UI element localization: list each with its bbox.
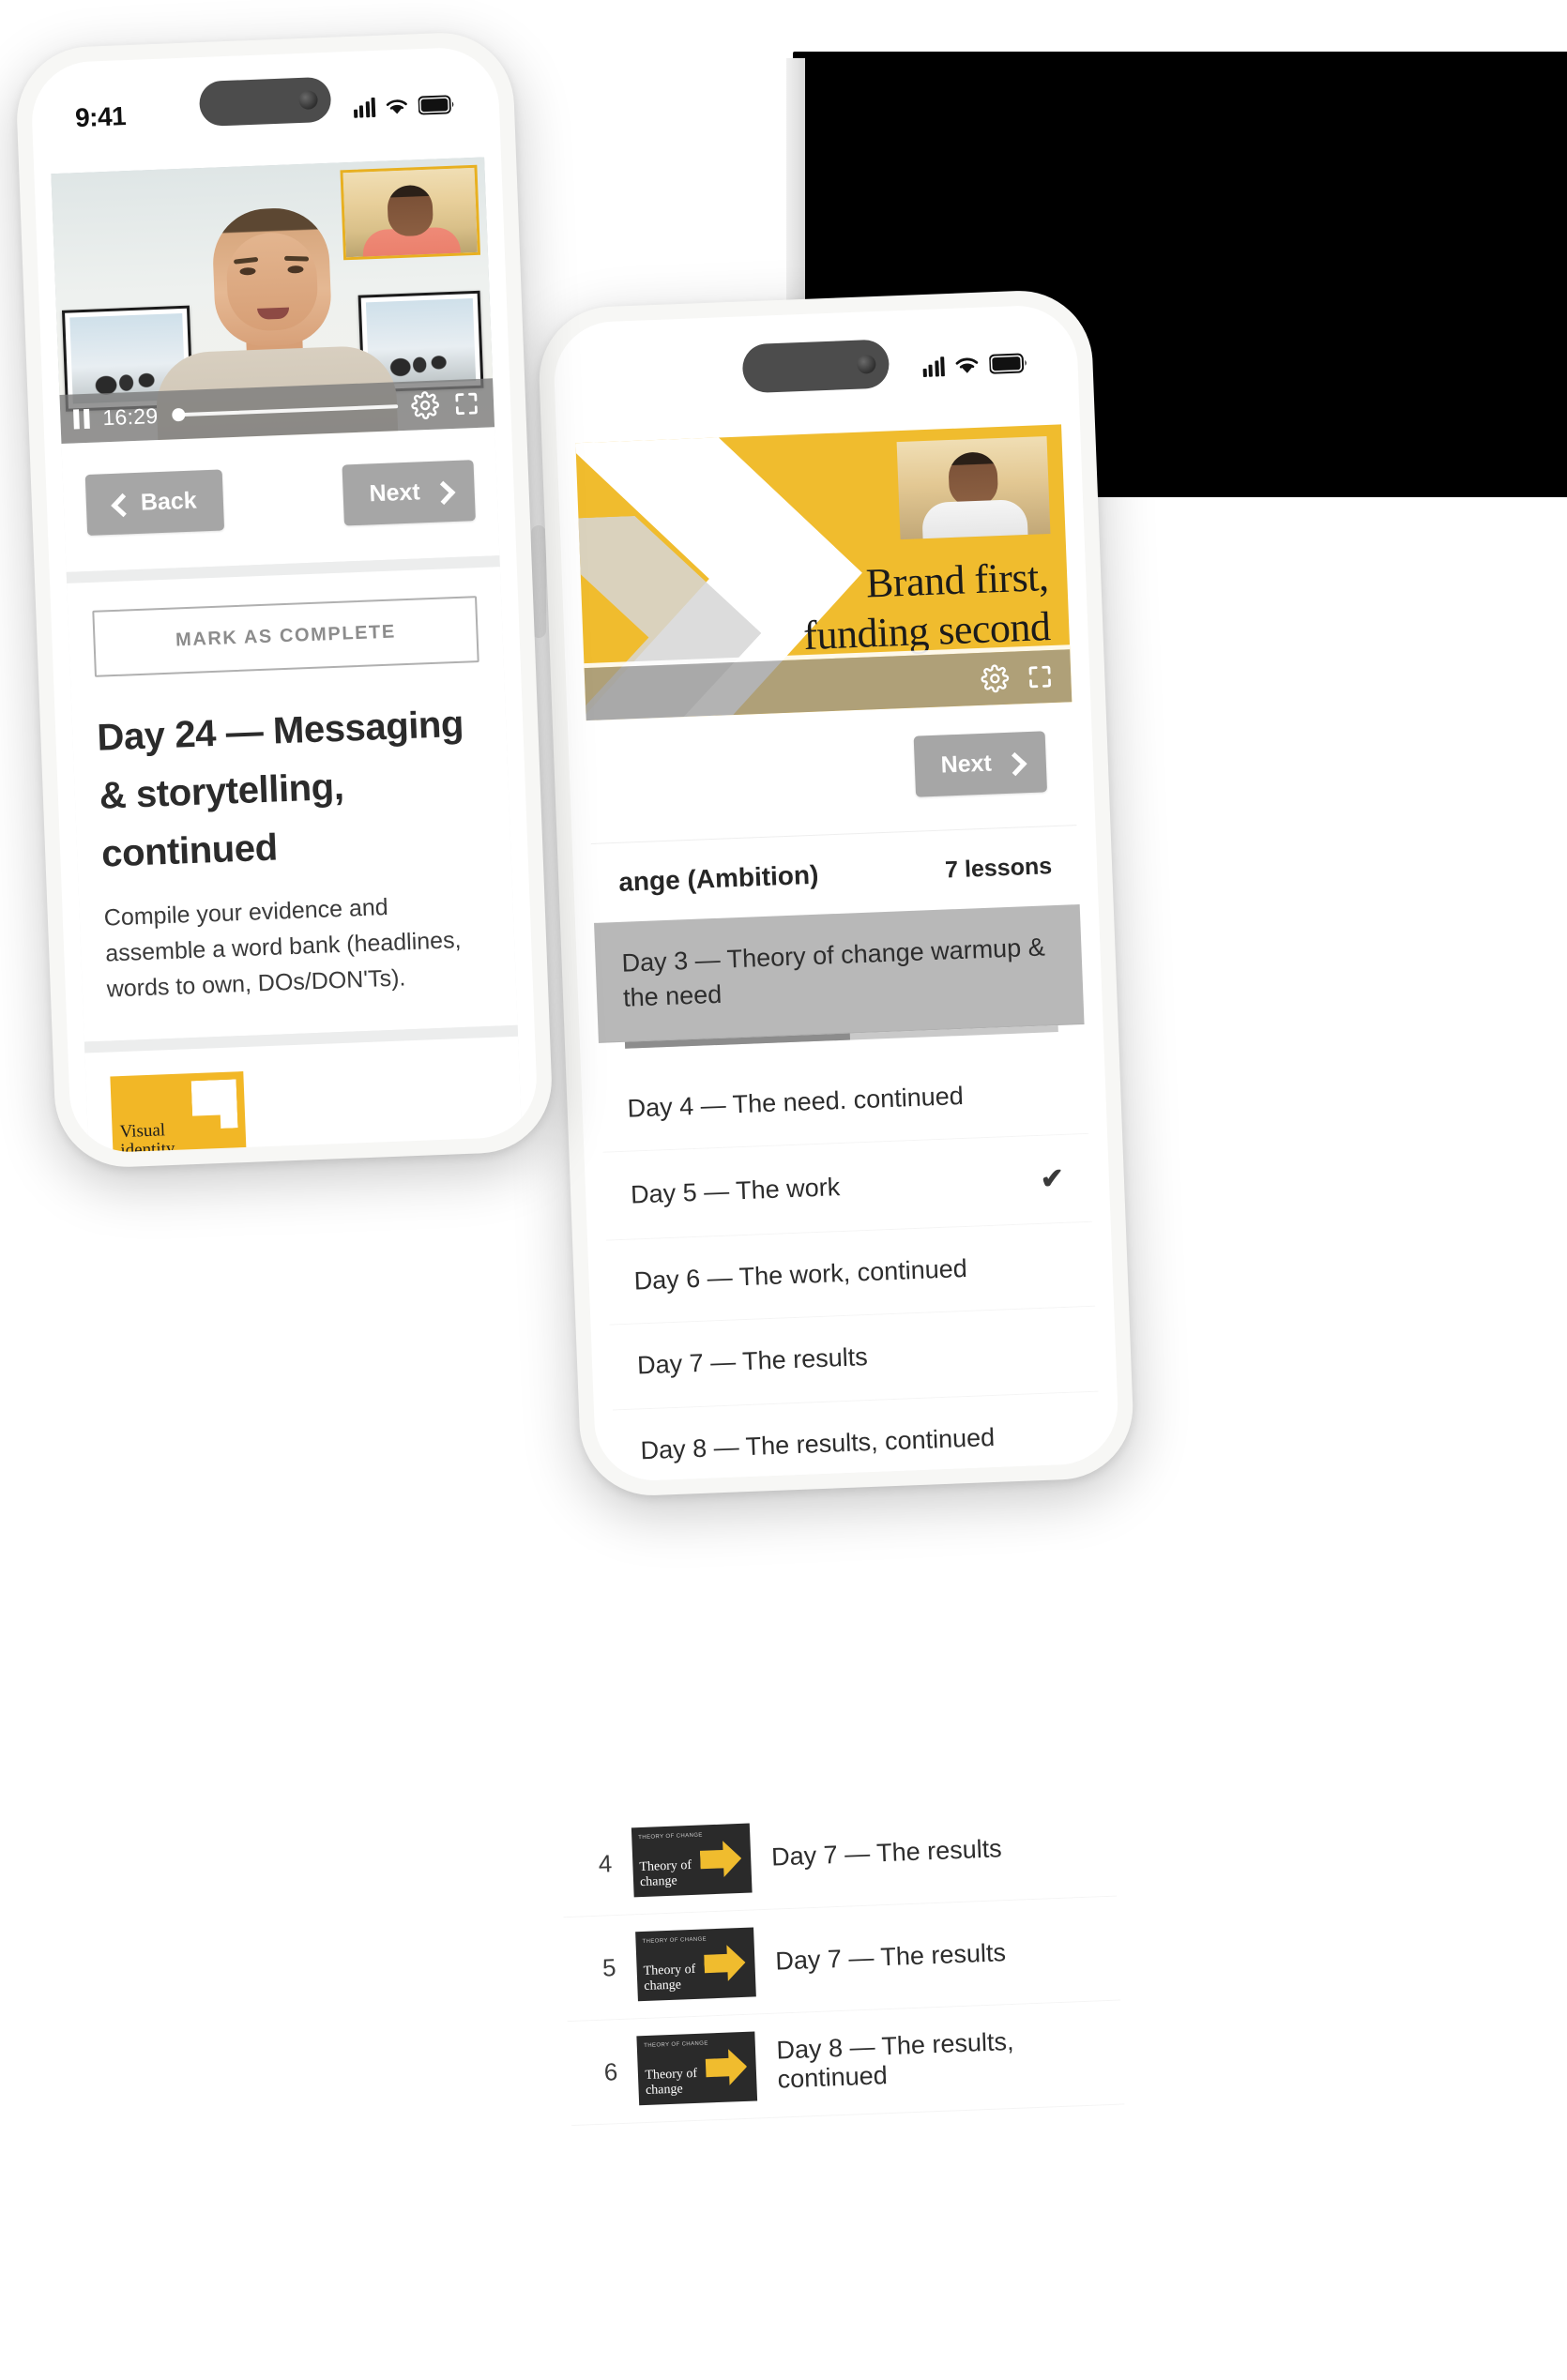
thumb-kicker: THEORY OF CHANGE <box>638 1832 703 1842</box>
video-timestamp: 16:29 <box>101 402 159 430</box>
battery-icon <box>989 353 1029 375</box>
status-icons-1 <box>353 94 456 118</box>
front-camera-lens-2 <box>857 354 876 374</box>
lesson-description: Compile your evidence and assemble a wor… <box>103 894 462 1003</box>
checkmark-icon: ✔ <box>1040 1162 1065 1195</box>
next-button-label-2: Next <box>940 750 993 779</box>
battery-icon <box>418 94 456 115</box>
scrubber-knob[interactable] <box>172 407 186 422</box>
phone-device-secondary: Brand first, funding second Next ange (A… <box>536 288 1136 1498</box>
gear-icon[interactable] <box>981 664 1010 693</box>
lesson-label: Day 3 — Theory of change warmup & the ne… <box>621 932 1046 1013</box>
list-item[interactable]: 6 THEORY OF CHANGE Theory of change Day 8… <box>567 2000 1125 2127</box>
lesson-label: Day 5 — The work <box>630 1172 841 1209</box>
chevron-right-icon <box>1006 752 1020 774</box>
phone1-content: 16:29 Back Next MARK AS COMPLETE Day 24 … <box>51 157 530 1155</box>
lesson-nav-card: Back Next <box>61 427 500 572</box>
next-button-label: Next <box>369 478 421 508</box>
wifi-icon <box>952 355 981 376</box>
lesson-index: 4 <box>598 1848 613 1878</box>
cellular-bars-icon <box>353 97 376 118</box>
next-button-2[interactable]: Next <box>913 731 1048 797</box>
presenter-pip-2 <box>896 436 1051 540</box>
back-button[interactable]: Back <box>84 469 224 537</box>
pause-icon[interactable] <box>73 408 90 429</box>
video-scrubber[interactable] <box>172 404 399 422</box>
slide-player-2[interactable]: Brand first, funding second <box>575 424 1073 721</box>
section-title-2: ange (Ambition) <box>617 859 819 897</box>
dynamic-island-1 <box>198 76 332 128</box>
lesson-thumbnail: THEORY OF CHANGE Theory of change <box>636 2031 758 2106</box>
status-icons-2 <box>922 353 1029 378</box>
fullscreen-icon[interactable] <box>1026 662 1055 691</box>
fullscreen-icon[interactable] <box>452 389 481 418</box>
thumb-kicker: THEORY OF CHANGE <box>642 1936 707 1946</box>
chevron-right-icon <box>434 481 449 503</box>
phone2-content: Brand first, funding second Next ange (A… <box>575 424 1103 1483</box>
video-player[interactable]: 16:29 <box>51 157 495 444</box>
lesson-label: Day 8 — The results, continued <box>640 1422 996 1465</box>
cellular-bars-icon <box>922 356 945 378</box>
dynamic-island-2 <box>741 339 890 394</box>
slide-title-2: Brand first, funding second <box>800 552 1051 661</box>
thumb-title: Theory of change <box>645 2067 698 2098</box>
phone2-screen-frame: Brand first, funding second Next ange (A… <box>552 303 1120 1483</box>
lesson-list-2: Day 3 — Theory of change warmup & the ne… <box>594 904 1103 1483</box>
presenter-pip-1[interactable] <box>340 164 481 261</box>
mockup-stage: Brand first, funding second Next ange (A… <box>0 0 1567 2380</box>
lesson-label: Day 8 — The results, continued <box>775 2026 1015 2094</box>
presenter-body-2 <box>921 498 1028 540</box>
next-lesson-thumbnail: Visual identity <box>110 1071 247 1155</box>
thumb-kicker: THEORY OF CHANGE <box>644 2040 708 2050</box>
gear-icon[interactable] <box>411 391 440 420</box>
back-button-label: Back <box>140 487 198 516</box>
lesson-thumb-list: 4 THEORY OF CHANGE Theory of change Day 7… <box>559 1792 1125 2127</box>
thumb-title: Theory of change <box>639 1858 692 1889</box>
next-lesson-card[interactable]: Visualidentity Day 25 — Visual identity … <box>84 1036 530 1155</box>
next-button[interactable]: Next <box>342 460 476 526</box>
presenter-head-2 <box>948 451 999 508</box>
lesson-label: Day 4 — The need. continued <box>627 1081 965 1123</box>
thumb-title: Theory of change <box>643 1963 696 1993</box>
arrow-right-icon <box>699 1838 742 1881</box>
phone2-nav-card: Next <box>586 702 1077 843</box>
page-title: Day 24 — Messaging & storytelling, conti… <box>96 703 464 875</box>
arrow-right-icon <box>704 1942 747 1985</box>
lesson-label: Day 7 — The results <box>636 1342 869 1380</box>
lesson-index: 6 <box>603 2056 618 2086</box>
phone1-screen-frame: 9:41 16:29 Back Next MARK AS COMPLETE Da… <box>29 45 540 1155</box>
pip-person-head <box>387 184 434 237</box>
status-time: 9:41 <box>74 101 127 133</box>
lesson-index: 5 <box>601 1952 617 1982</box>
section-lesson-count-2: 7 lessons <box>944 852 1053 884</box>
wifi-icon <box>383 96 410 116</box>
lesson-thumbnail: THEORY OF CHANGE Theory of change <box>635 1927 756 2002</box>
chevron-left-icon <box>113 493 127 515</box>
phone-device-primary: 9:41 16:29 Back Next MARK AS COMPLETE Da… <box>14 30 555 1170</box>
lesson-label: Day 7 — The results <box>770 1833 1003 1872</box>
list-item[interactable]: Day 3 — Theory of change warmup & the ne… <box>594 904 1085 1043</box>
mark-as-complete-button[interactable]: MARK AS COMPLETE <box>92 596 479 677</box>
lesson-thumbnail: THEORY OF CHANGE Theory of change <box>631 1823 753 1898</box>
presenter-brow-right <box>283 255 310 262</box>
arrow-right-icon <box>705 2046 748 2089</box>
quote-mark-icon <box>191 1079 238 1129</box>
thumbnail-label: Visual identity <box>119 1120 175 1155</box>
front-camera-lens-1 <box>298 90 318 111</box>
lesson-label: Day 6 — The work, continued <box>633 1254 968 1296</box>
lesson-label: Day 7 — The results <box>774 1937 1007 1976</box>
lesson-detail-card: MARK AS COMPLETE Day 24 — Messaging & st… <box>67 567 518 1042</box>
